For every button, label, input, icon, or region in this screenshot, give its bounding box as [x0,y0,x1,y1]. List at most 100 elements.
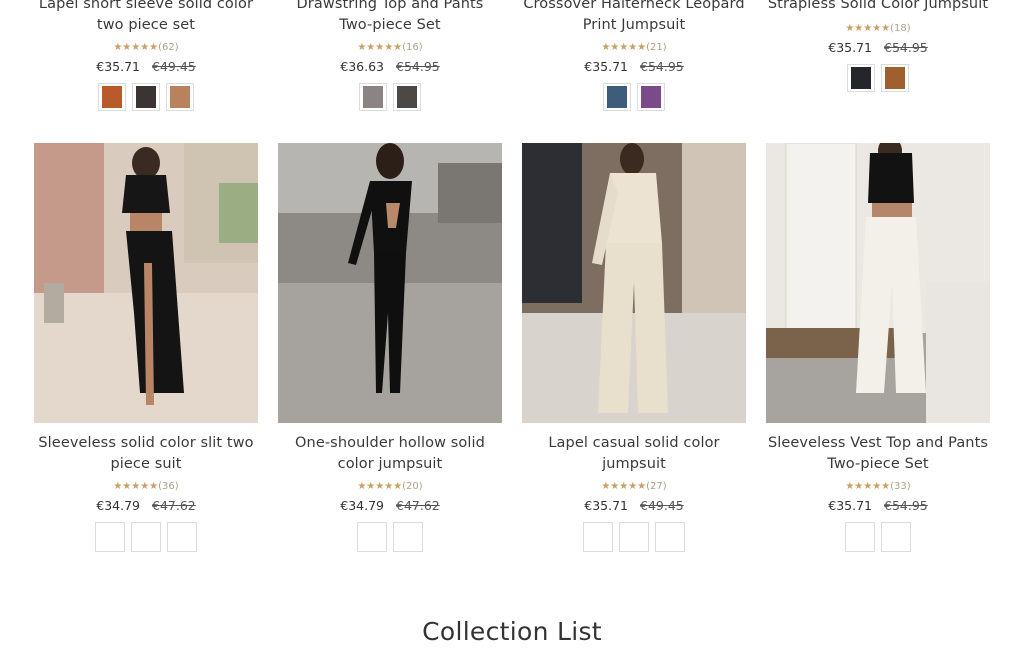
color-swatch[interactable] [881,64,909,92]
color-swatches [522,83,746,111]
price-row: €35.71 €54.95 [766,40,990,55]
star-icons: ★★★★★ [845,481,891,492]
price-row: €35.71 €54.95 [522,59,746,74]
product-rating: ★★★★★(33) [766,481,990,493]
price-row: €35.71 €49.45 [522,498,746,513]
product-title[interactable]: Lapel short sleeve solid color two piece… [34,0,258,36]
star-icons: ★★★★★ [845,23,891,34]
compare-price: €54.95 [640,59,684,74]
review-count: (16) [402,42,423,53]
product-card[interactable]: Lapel short sleeve solid color two piece… [34,0,258,111]
review-count: (27) [646,481,667,492]
color-swatch[interactable] [619,522,649,552]
color-swatch[interactable] [98,83,126,111]
compare-price: €49.45 [152,59,196,74]
product-rating: ★★★★★(20) [278,481,502,493]
color-swatch[interactable] [359,83,387,111]
product-card[interactable]: Sleeveless solid color slit two piece su… [34,433,258,552]
product-title[interactable]: Sleeveless solid color slit two piece su… [34,433,258,475]
price-row: €36.63 €54.95 [278,59,502,74]
product-card[interactable]: Crossover Halterneck Leopard Print Jumps… [522,0,746,111]
product-rating: ★★★★★(62) [34,42,258,54]
review-count: (62) [158,42,179,53]
product-rating: ★★★★★(16) [278,42,502,54]
color-swatch[interactable] [131,522,161,552]
price-row: €35.71 €49.45 [34,59,258,74]
star-icons: ★★★★★ [113,42,159,53]
product-rating: ★★★★★(18) [766,23,990,35]
color-swatch[interactable] [881,522,911,552]
color-swatches [766,64,990,92]
color-swatches [278,522,502,552]
product-card[interactable]: One-shoulder hollow solid color jumpsuit… [278,433,502,552]
compare-price: €47.62 [152,498,196,513]
compare-price: €54.95 [396,59,440,74]
compare-price: €54.95 [884,40,928,55]
product-rating: ★★★★★(21) [522,42,746,54]
color-swatches [34,522,258,552]
star-icons: ★★★★★ [601,42,647,53]
product-photo [766,143,990,423]
product-title[interactable]: Sleeveless Vest Top and Pants Two-piece … [766,433,990,475]
product-image[interactable] [34,143,258,423]
color-swatch[interactable] [167,522,197,552]
color-swatches [766,522,990,552]
review-count: (20) [402,481,423,492]
section-title: Collection List [422,617,602,646]
color-swatch[interactable] [132,83,160,111]
product-image[interactable] [766,143,990,423]
product-card[interactable]: Strapless Solid Color Jumpsuit ★★★★★(18)… [766,0,990,92]
color-swatch[interactable] [845,522,875,552]
review-count: (36) [158,481,179,492]
sale-price: €35.71 [828,498,872,513]
sale-price: €35.71 [584,498,628,513]
review-count: (21) [646,42,667,53]
sale-price: €34.79 [96,498,140,513]
color-swatch[interactable] [603,83,631,111]
sale-price: €35.71 [584,59,628,74]
compare-price: €54.95 [884,498,928,513]
compare-price: €47.62 [396,498,440,513]
star-icons: ★★★★★ [601,481,647,492]
product-photo [522,143,746,423]
compare-price: €49.45 [640,498,684,513]
sale-price: €35.71 [828,40,872,55]
star-icons: ★★★★★ [113,481,159,492]
product-card[interactable]: Lapel casual solid color jumpsuit ★★★★★(… [522,433,746,552]
product-image[interactable] [522,143,746,423]
product-photo [278,143,502,423]
color-swatch[interactable] [655,522,685,552]
star-icons: ★★★★★ [357,42,403,53]
star-icons: ★★★★★ [357,481,403,492]
color-swatch[interactable] [357,522,387,552]
product-image[interactable] [278,143,502,423]
color-swatch[interactable] [583,522,613,552]
color-swatch[interactable] [847,64,875,92]
product-rating: ★★★★★(36) [34,481,258,493]
sale-price: €35.71 [96,59,140,74]
product-rating: ★★★★★(27) [522,481,746,493]
sale-price: €36.63 [340,59,384,74]
product-title[interactable]: Strapless Solid Color Jumpsuit [766,0,990,15]
product-card[interactable]: Drawstring Top and Pants Two-piece Set ★… [278,0,502,111]
product-title[interactable]: Drawstring Top and Pants Two-piece Set [278,0,502,36]
color-swatch[interactable] [166,83,194,111]
color-swatch[interactable] [393,522,423,552]
color-swatch[interactable] [637,83,665,111]
product-card[interactable]: Sleeveless Vest Top and Pants Two-piece … [766,433,990,552]
product-title[interactable]: Crossover Halterneck Leopard Print Jumps… [522,0,746,36]
price-row: €35.71 €54.95 [766,498,990,513]
product-title[interactable]: One-shoulder hollow solid color jumpsuit [278,433,502,475]
sale-price: €34.79 [340,498,384,513]
product-title[interactable]: Lapel casual solid color jumpsuit [522,433,746,475]
product-photo [34,143,258,423]
price-row: €34.79 €47.62 [34,498,258,513]
color-swatches [34,83,258,111]
color-swatches [522,522,746,552]
price-row: €34.79 €47.62 [278,498,502,513]
review-count: (18) [890,23,911,34]
color-swatch[interactable] [393,83,421,111]
color-swatches [278,83,502,111]
color-swatch[interactable] [95,522,125,552]
review-count: (33) [890,481,911,492]
